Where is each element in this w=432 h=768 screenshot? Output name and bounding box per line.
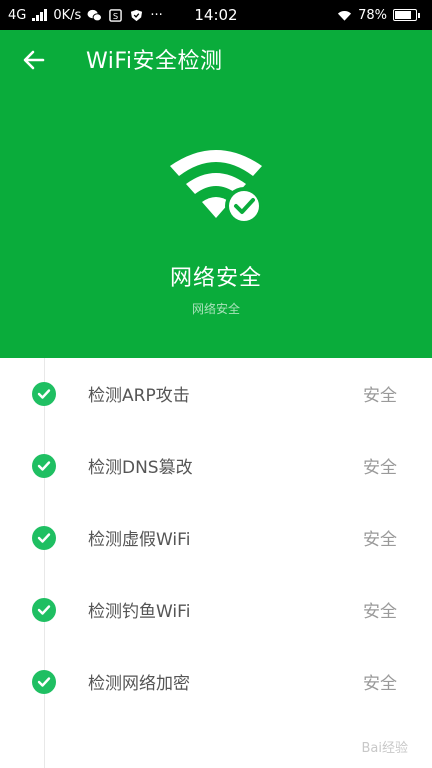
check-circle-icon	[32, 598, 56, 622]
security-status-title: 网络安全	[169, 266, 262, 291]
check-circle-icon	[32, 670, 56, 694]
check-row-arp: 检测ARP攻击 安全	[0, 358, 432, 430]
battery-icon	[393, 9, 420, 21]
notification-s-icon: S	[109, 8, 123, 22]
watermark: Bai经验	[361, 741, 409, 756]
check-row-dns: 检测DNS篡改 安全	[0, 430, 432, 502]
arrow-left-icon	[23, 50, 45, 70]
check-result: 安全	[363, 602, 397, 622]
check-row-encryption: 检测网络加密 安全	[0, 646, 432, 718]
check-result: 安全	[363, 530, 397, 550]
signal-icon	[32, 9, 48, 21]
check-label: 检测网络加密	[88, 674, 190, 694]
check-row-phishing-wifi: 检测钓鱼WiFi 安全	[0, 574, 432, 646]
header: WiFi安全检测 网络安全 网络安全	[0, 30, 432, 358]
status-right: 78%	[337, 8, 420, 23]
wifi-status-icon	[338, 10, 352, 21]
status-bar: 4G 0K/s S ··· 14:02 78%	[0, 0, 432, 30]
check-label: 检测钓鱼WiFi	[88, 602, 191, 622]
check-label: 检测ARP攻击	[88, 386, 190, 406]
security-status-subtitle: 网络安全	[191, 302, 240, 316]
check-result: 安全	[363, 386, 397, 406]
network-speed: 0K/s	[53, 7, 82, 23]
check-result: 安全	[363, 674, 397, 694]
battery-percent: 78%	[358, 7, 387, 23]
more-notifications: ···	[150, 7, 163, 23]
check-circle-icon	[32, 382, 56, 406]
page-title: WiFi安全检测	[86, 49, 223, 74]
check-result: 安全	[363, 458, 397, 478]
check-circle-icon	[32, 526, 56, 550]
status-left: 4G 0K/s S ···	[8, 8, 163, 23]
shield-icon	[131, 9, 143, 21]
check-label: 检测DNS篡改	[88, 458, 193, 478]
network-type: 4G	[8, 7, 27, 23]
wifi-safe-icon	[170, 150, 263, 225]
check-list: 检测ARP攻击 安全 检测DNS篡改 安全 检测虚假WiFi 安全 检测钓鱼Wi…	[0, 358, 432, 768]
wechat-icon	[87, 9, 103, 21]
check-circle-icon	[32, 454, 56, 478]
check-label: 检测虚假WiFi	[88, 530, 191, 550]
svg-text:S: S	[113, 10, 118, 20]
back-button[interactable]	[18, 44, 50, 76]
check-row-fake-wifi: 检测虚假WiFi 安全	[0, 502, 432, 574]
